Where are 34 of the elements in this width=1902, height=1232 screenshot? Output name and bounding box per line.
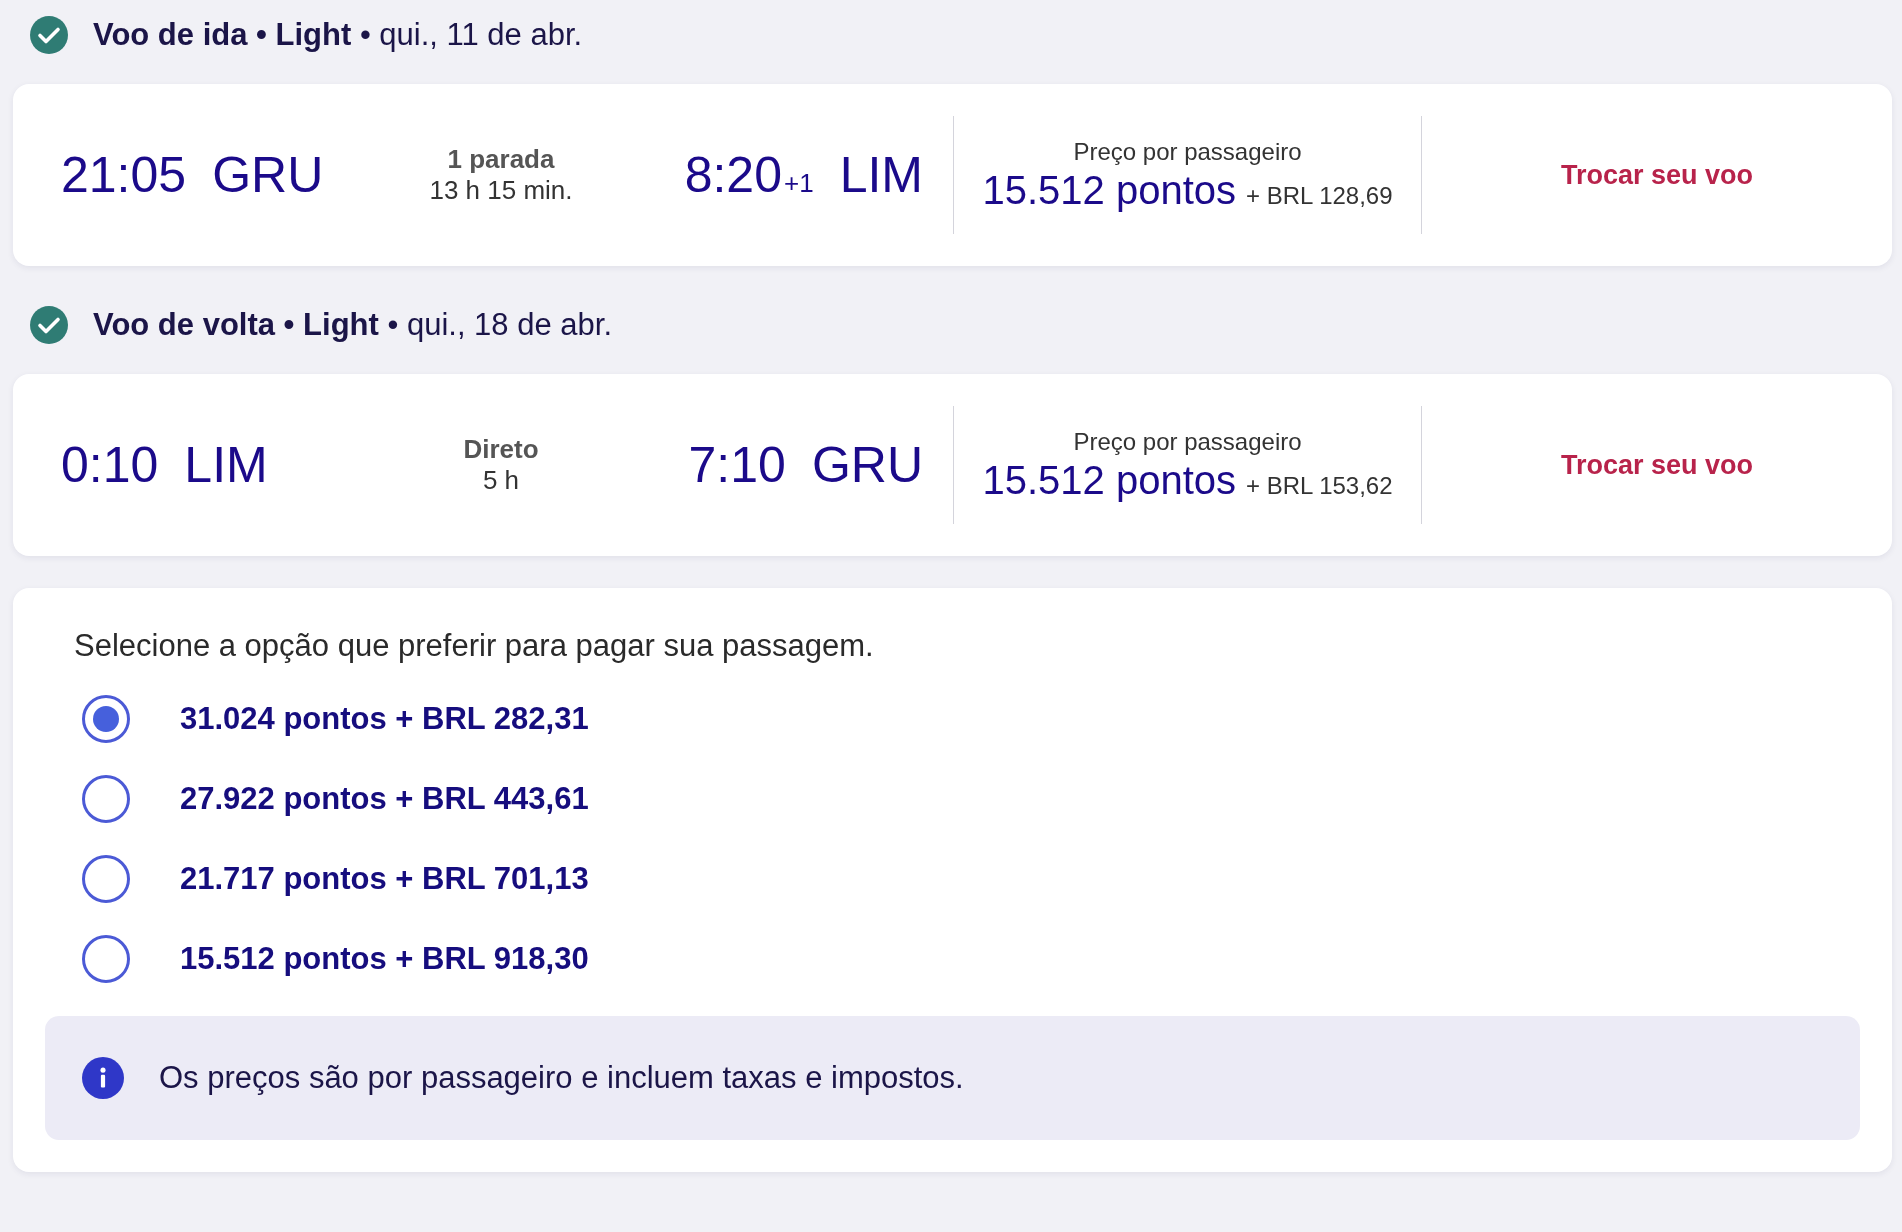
arrival-time: 8:20	[684, 146, 782, 204]
flight-heading: Voo de ida • Light • qui., 11 de abr.	[93, 17, 583, 53]
day-offset: +1	[784, 168, 814, 199]
radio-button[interactable]	[82, 855, 130, 903]
change-flight-link[interactable]: Trocar seu voo	[1560, 159, 1754, 191]
cash-price: + BRL 153,62	[1246, 471, 1393, 500]
cash-price: + BRL 128,69	[1246, 181, 1393, 210]
flight-heading: Voo de volta • Light • qui., 18 de abr.	[93, 307, 612, 343]
flight-duration: 5 h	[482, 465, 520, 497]
info-text: Os preços são por passageiro e incluem taxas e impostos.	[159, 1060, 964, 1096]
flight-duration: 13 h 15 min.	[429, 175, 573, 207]
payment-option-label[interactable]: 31.024 pontos + BRL 282,31	[180, 701, 589, 737]
arrival-time: 7:10	[688, 436, 786, 494]
points-price: 15.512 pontos	[982, 457, 1236, 503]
info-icon	[82, 1057, 124, 1099]
price-label: Preço por passageiro	[1073, 427, 1302, 456]
points-price: 15.512 pontos	[982, 167, 1236, 213]
payment-prompt: Selecione a opção que preferir para pagar sua passagem.	[74, 628, 875, 664]
payment-option-label[interactable]: 21.717 pontos + BRL 701,13	[180, 861, 589, 897]
arrival-airport: GRU	[811, 436, 923, 494]
departure-time: 0:10	[61, 436, 159, 494]
stops-label: Direto	[463, 433, 539, 465]
radio-button[interactable]	[82, 935, 130, 983]
change-flight-link[interactable]: Trocar seu voo	[1560, 449, 1754, 481]
departure-time: 21:05	[61, 146, 187, 204]
arrival-airport: LIM	[839, 146, 923, 204]
payment-option-label[interactable]: 27.922 pontos + BRL 443,61	[180, 781, 589, 817]
departure-airport: GRU	[212, 146, 324, 204]
stops-label: 1 parada	[447, 143, 555, 175]
radio-button[interactable]	[82, 775, 130, 823]
price-label: Preço por passageiro	[1073, 137, 1302, 166]
radio-button[interactable]	[82, 695, 130, 743]
departure-airport: LIM	[184, 436, 268, 494]
payment-option-label[interactable]: 15.512 pontos + BRL 918,30	[180, 941, 589, 977]
